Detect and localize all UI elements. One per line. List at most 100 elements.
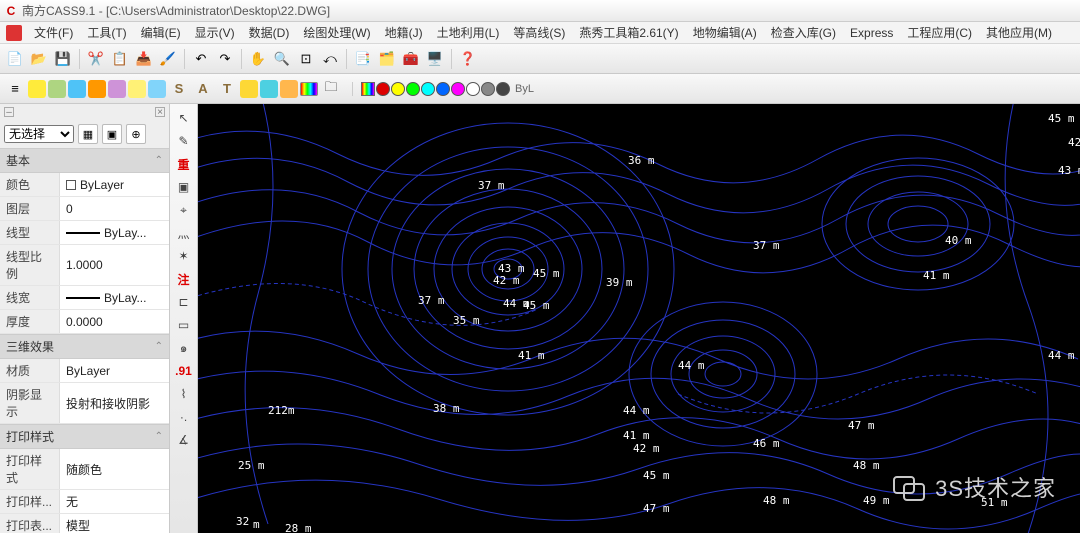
pan-icon[interactable]: ✋ bbox=[247, 48, 269, 70]
prop-row-linetype: 线型 ByLay... bbox=[0, 221, 169, 245]
vtool-5-icon[interactable]: 灬 bbox=[173, 223, 195, 243]
layer-dropdown-icon[interactable]: ≡ bbox=[4, 78, 26, 100]
bulb-9-icon[interactable] bbox=[260, 80, 278, 98]
zoom-window-icon[interactable]: ⊡ bbox=[295, 48, 317, 70]
section-basic-title: 基本 bbox=[6, 152, 30, 169]
menu-express[interactable]: Express bbox=[844, 24, 899, 42]
undo-icon[interactable]: ↶ bbox=[190, 48, 212, 70]
menu-tools[interactable]: 工具(T) bbox=[81, 22, 132, 43]
prop-row-thickness: 厚度 0.0000 bbox=[0, 310, 169, 334]
menu-engineering[interactable]: 工程应用(C) bbox=[901, 22, 978, 43]
menu-check[interactable]: 检查入库(G) bbox=[765, 22, 842, 43]
menu-contour[interactable]: 等高线(S) bbox=[507, 22, 571, 43]
pickadd-icon[interactable]: ⊕ bbox=[126, 124, 146, 144]
vtool-4-icon[interactable]: ⌖ bbox=[173, 200, 195, 220]
bulb-5-icon[interactable] bbox=[108, 80, 126, 98]
layer-t-icon[interactable]: T bbox=[216, 78, 238, 100]
copy-icon[interactable]: 📋 bbox=[109, 48, 131, 70]
vtool-1-icon[interactable]: ✎ bbox=[173, 131, 195, 151]
save-icon[interactable]: 💾 bbox=[52, 48, 74, 70]
help-icon[interactable]: ❓ bbox=[457, 48, 479, 70]
swatch-green[interactable] bbox=[406, 82, 420, 96]
panel-minimize-icon[interactable]: – bbox=[4, 107, 14, 117]
vtool-10-icon[interactable]: ๑ bbox=[173, 338, 195, 358]
prop-row-plotstyle: 打印样式 随颜色 bbox=[0, 449, 169, 490]
vtool-8-icon[interactable]: ⊏ bbox=[173, 292, 195, 312]
menu-file[interactable]: 文件(F) bbox=[28, 22, 79, 43]
properties-panel: – × 无选择 ▦ ▣ ⊕ 基本 ⌃ 颜色 ByLayer 图层 0 线型 By… bbox=[0, 104, 170, 533]
vtool-0-icon[interactable]: ↖ bbox=[173, 108, 195, 128]
menu-view[interactable]: 显示(V) bbox=[189, 22, 241, 43]
section-plot[interactable]: 打印样式 ⌃ bbox=[0, 424, 169, 449]
vtool-3-icon[interactable]: ▣ bbox=[173, 177, 195, 197]
match-prop-icon[interactable]: 🖌️ bbox=[157, 48, 179, 70]
contour-svg bbox=[198, 104, 1080, 533]
collapse-icon: ⌃ bbox=[155, 155, 163, 166]
properties-icon[interactable]: 📑 bbox=[352, 48, 374, 70]
watermark-text: 3S技术之家 bbox=[935, 471, 1056, 503]
color-wheel-icon[interactable] bbox=[361, 82, 375, 96]
calc-icon[interactable]: 🖥️ bbox=[424, 48, 446, 70]
bulb-6-icon[interactable] bbox=[128, 80, 146, 98]
vtool-7-icon[interactable]: 注 bbox=[173, 269, 195, 289]
prop-row-plotstyle2: 打印样... 无 bbox=[0, 490, 169, 514]
cut-icon[interactable]: ✂️ bbox=[85, 48, 107, 70]
swatch-dark[interactable] bbox=[496, 82, 510, 96]
section-3d[interactable]: 三维效果 ⌃ bbox=[0, 334, 169, 359]
menu-yanxiu[interactable]: 燕秀工具箱2.61(Y) bbox=[573, 22, 684, 43]
menu-data[interactable]: 数据(D) bbox=[243, 22, 296, 43]
swatch-yellow[interactable] bbox=[391, 82, 405, 96]
paste-icon[interactable]: 📥 bbox=[133, 48, 155, 70]
toolpal-icon[interactable]: 🧰 bbox=[400, 48, 422, 70]
swatch-magenta[interactable] bbox=[451, 82, 465, 96]
zoom-prev-icon[interactable]: ⤺ bbox=[319, 48, 341, 70]
vtool-13-icon[interactable]: ·. bbox=[173, 407, 195, 427]
menu-edit[interactable]: 编辑(E) bbox=[135, 22, 187, 43]
toolbar-standard: 📄 📂 💾 ✂️ 📋 📥 🖌️ ↶ ↷ ✋ 🔍 ⊡ ⤺ 📑 🗂️ 🧰 🖥️ ❓ bbox=[0, 44, 1080, 74]
menu-landuse[interactable]: 土地利用(L) bbox=[431, 22, 506, 43]
panel-close-icon[interactable]: × bbox=[155, 107, 165, 117]
swatch-red[interactable] bbox=[376, 82, 390, 96]
vtool-2-icon[interactable]: 重 bbox=[173, 154, 195, 174]
designcenter-icon[interactable]: 🗂️ bbox=[376, 48, 398, 70]
swatch-gray[interactable] bbox=[481, 82, 495, 96]
bulb-1-icon[interactable] bbox=[28, 80, 46, 98]
menu-feature-edit[interactable]: 地物编辑(A) bbox=[687, 22, 763, 43]
bulb-2-icon[interactable] bbox=[48, 80, 66, 98]
select-objects-icon[interactable]: ▣ bbox=[102, 124, 122, 144]
bulb-7-icon[interactable] bbox=[148, 80, 166, 98]
bulb-4-icon[interactable] bbox=[88, 80, 106, 98]
vtool-12-icon[interactable]: ⌇ bbox=[173, 384, 195, 404]
zoom-icon[interactable]: 🔍 bbox=[271, 48, 293, 70]
swatch-blue[interactable] bbox=[436, 82, 450, 96]
new-icon[interactable]: 📄 bbox=[4, 48, 26, 70]
selection-dropdown[interactable]: 无选择 bbox=[4, 125, 74, 143]
menu-other[interactable]: 其他应用(M) bbox=[980, 22, 1058, 43]
layer-s-icon[interactable]: S bbox=[168, 78, 190, 100]
bulb-10-icon[interactable] bbox=[280, 80, 298, 98]
menu-draw[interactable]: 绘图处理(W) bbox=[297, 22, 376, 43]
vtool-6-icon[interactable]: ✶ bbox=[173, 246, 195, 266]
layer-manager-icon[interactable]: 🗀 bbox=[320, 78, 342, 100]
vtool-9-icon[interactable]: ▭ bbox=[173, 315, 195, 335]
quick-select-icon[interactable]: ▦ bbox=[78, 124, 98, 144]
gradient-icon[interactable] bbox=[300, 82, 318, 96]
menu-bar: 文件(F) 工具(T) 编辑(E) 显示(V) 数据(D) 绘图处理(W) 地籍… bbox=[0, 22, 1080, 44]
vtool-11-icon[interactable]: .91 bbox=[173, 361, 195, 381]
drawing-canvas[interactable]: 45 m4243 m36 m37 m37 m40 m41 m43 m42 m45… bbox=[198, 104, 1080, 533]
vtool-14-icon[interactable]: ∡ bbox=[173, 430, 195, 450]
title-bar: C 南方CASS9.1 - [C:\Users\Administrator\De… bbox=[0, 0, 1080, 22]
section-basic[interactable]: 基本 ⌃ bbox=[0, 148, 169, 173]
menu-cadastre[interactable]: 地籍(J) bbox=[379, 22, 429, 43]
layer-a-icon[interactable]: A bbox=[192, 78, 214, 100]
swatch-cyan[interactable] bbox=[421, 82, 435, 96]
prop-row-plottable: 打印表... 模型 bbox=[0, 514, 169, 533]
bulb-3-icon[interactable] bbox=[68, 80, 86, 98]
bulb-8-icon[interactable] bbox=[240, 80, 258, 98]
redo-icon[interactable]: ↷ bbox=[214, 48, 236, 70]
collapse-icon: ⌃ bbox=[155, 431, 163, 442]
open-icon[interactable]: 📂 bbox=[28, 48, 50, 70]
app-menu-icon[interactable] bbox=[6, 25, 22, 41]
swatch-white[interactable] bbox=[466, 82, 480, 96]
prop-row-linetypescale: 线型比例 1.0000 bbox=[0, 245, 169, 286]
